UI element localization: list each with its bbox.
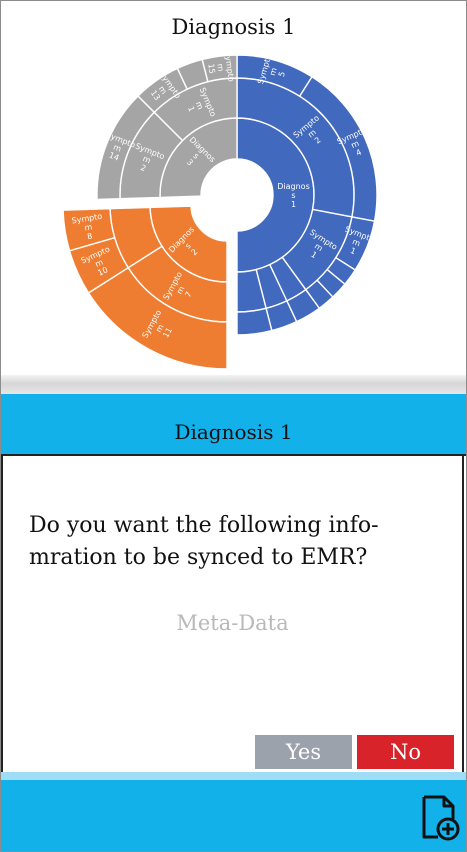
sunburst-chart: Diagnos s 1Symptom2Symptom5Symptom4Symptom… — [62, 51, 378, 370]
meta-data-label: Meta-Data — [176, 611, 289, 635]
yes-button[interactable]: Yes — [255, 735, 352, 769]
footer-strip — [1, 772, 466, 780]
sync-question: Do you want the following info-mration t… — [29, 513, 379, 570]
chart-panel: Diagnosis 1 Diagnos s 1 Symptom2 Symptom5 Sym… — [1, 1, 466, 375]
sync-dialog: Do you want the following info-mration t… — [1, 456, 464, 772]
dialog-header: Diagnosis 1 — [1, 394, 466, 456]
symptom-segment — [236, 307, 273, 336]
no-button[interactable]: No — [357, 735, 454, 769]
footer-bar — [1, 780, 466, 851]
section-divider — [1, 375, 466, 394]
dialog-title: Diagnosis 1 — [174, 420, 293, 444]
add-document-icon[interactable] — [420, 793, 460, 841]
